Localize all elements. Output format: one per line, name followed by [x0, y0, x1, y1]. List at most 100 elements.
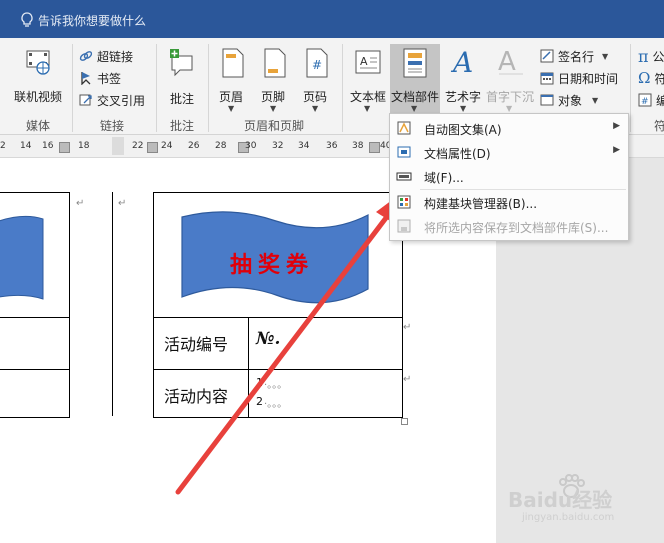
cross-reference-button[interactable]: 交叉引用 [79, 90, 145, 110]
paragraph-mark: ↵ [118, 198, 127, 209]
coupon-table[interactable]: 抽奖券 活动编号 №. 活动内容 1 ·。。。 2 ·。。。 [153, 192, 403, 418]
separator [156, 44, 157, 132]
lightbulb-icon [21, 12, 33, 27]
autotext-icon [397, 121, 411, 135]
chevron-down-icon: ▼ [312, 104, 319, 113]
drop-cap-button[interactable]: A 首字下沉 ▼ [486, 46, 536, 113]
drop-cap-icon: A [498, 47, 523, 77]
page-number-button[interactable]: # 页码 ▼ [300, 46, 334, 113]
activity-number-label: 活动编号 [164, 335, 229, 354]
numbering-label: 编 [656, 93, 664, 108]
bookmark-label: 书签 [97, 71, 122, 86]
table-column-marker[interactable] [147, 142, 158, 153]
menu-item-field[interactable]: 域(F)... [390, 164, 628, 188]
object-icon [540, 94, 554, 106]
equation-button[interactable]: π 公 [638, 46, 664, 66]
cross-reference-icon [79, 94, 92, 106]
watermark: Baidu经验 jingyan.baidu.com [508, 474, 658, 534]
table-column-marker[interactable] [59, 142, 70, 153]
numbering-button[interactable]: # 编 [638, 90, 664, 110]
svg-text:A: A [498, 47, 516, 77]
banner-title: 抽奖券 [230, 252, 315, 278]
ruler-tick: 22 [132, 141, 144, 151]
footer-icon [264, 48, 286, 78]
tell-me-input[interactable]: 告诉我你想要做什么 [38, 12, 146, 29]
comment-button[interactable]: 批注 [162, 46, 202, 106]
menu-item-building-blocks-organizer[interactable]: 构建基块管理器(B)... [390, 190, 628, 214]
menu-item-autotext[interactable]: 自动图文集(A) ▶ [390, 116, 628, 140]
bookmark-button[interactable]: 书签 [79, 68, 121, 88]
content-list-item-2[interactable]: 2 [256, 395, 263, 408]
wordart-button[interactable]: A 艺术字 ▼ [444, 46, 484, 113]
ruler-tick: 32 [272, 141, 284, 151]
film-icon [26, 50, 50, 75]
building-blocks-icon [397, 195, 411, 209]
menu-item-label: 将所选内容保存到文档部件库(S)... [424, 221, 609, 235]
table-row-divider [0, 317, 69, 318]
chevron-down-icon: ▼ [602, 51, 609, 61]
text-box-label: 文本框 [350, 90, 387, 104]
online-video-button[interactable]: 联机视频 [10, 46, 68, 104]
numbering-icon: # [638, 93, 652, 107]
date-time-button[interactable]: 日期和时间 [540, 68, 618, 88]
chevron-down-icon: ▼ [592, 95, 599, 105]
page-number-label: 页码 [303, 90, 328, 104]
chevron-down-icon: ▼ [270, 104, 277, 113]
calendar-icon [540, 72, 554, 85]
chevron-right-icon: ▶ [613, 121, 620, 131]
text-box-button[interactable]: A 文本框 ▼ [348, 46, 388, 113]
cross-reference-label: 交叉引用 [97, 93, 146, 108]
header-footer-group-label: 页眉和页脚 [244, 119, 305, 133]
signature-line-label: 签名行 [558, 49, 595, 64]
chevron-right-icon: ▶ [613, 145, 620, 155]
text-box-icon: A [355, 50, 381, 74]
ruler-tick: 16 [42, 141, 54, 151]
menu-item-document-property[interactable]: 文档属性(D) ▶ [390, 140, 628, 164]
header-button[interactable]: 页眉 ▼ [216, 46, 250, 113]
content-list-item-1[interactable]: 1 [256, 376, 263, 389]
quick-parts-button[interactable]: 文档部件 ▼ [390, 44, 440, 114]
signature-line-button[interactable]: 签名行 ▼ [540, 46, 608, 66]
menu-item-label: 构建基块管理器(B)... [424, 197, 538, 211]
drop-cap-label: 首字下沉 [486, 90, 535, 104]
chevron-down-icon: ▼ [460, 104, 467, 113]
table-resize-handle[interactable] [401, 418, 408, 425]
pi-icon: π [638, 46, 649, 66]
signature-line-icon [540, 49, 554, 63]
wordart-label: 艺术字 [445, 90, 482, 104]
activity-content-label: 活动内容 [164, 387, 229, 406]
field-icon [396, 172, 412, 181]
chevron-down-icon: ▼ [506, 104, 513, 113]
paragraph-mark: ↵ [76, 198, 85, 209]
ruler-tick: 18 [78, 141, 90, 151]
svg-text:A: A [450, 46, 473, 78]
svg-text:A: A [360, 55, 368, 68]
new-comment-icon [170, 49, 193, 77]
menu-item-label: 文档属性(D) [424, 147, 491, 161]
online-video-label: 联机视频 [14, 90, 63, 104]
ruler-tick: 24 [161, 141, 173, 151]
menu-item-save-to-gallery[interactable]: 将所选内容保存到文档部件库(S)... [390, 214, 628, 238]
hyperlink-button[interactable]: 超链接 [79, 46, 133, 66]
equation-label: 公 [652, 49, 664, 64]
ruler-margin-marker[interactable] [112, 137, 124, 155]
footer-label: 页脚 [261, 90, 286, 104]
header-icon [222, 48, 244, 78]
footer-button[interactable]: 页脚 ▼ [258, 46, 292, 113]
chevron-down-icon: ▼ [364, 104, 371, 113]
table-column-marker[interactable] [369, 142, 380, 153]
quick-parts-menu: 自动图文集(A) ▶ 文档属性(D) ▶ 域(F)... 构建基块管理器(B).… [389, 113, 629, 241]
object-button[interactable]: 对象 ▼ [540, 90, 598, 110]
symbol-button[interactable]: Ω 符 [638, 68, 664, 88]
tell-me-bar: 告诉我你想要做什么 [0, 0, 664, 38]
watermark-url: jingyan.baidu.com [522, 512, 615, 523]
ruler-tick: 26 [188, 141, 200, 151]
quick-parts-label: 文档部件 [391, 90, 440, 104]
table-row-divider [154, 317, 402, 318]
table-column-divider [248, 317, 249, 417]
separator [342, 44, 343, 132]
activity-number-value[interactable]: №. [256, 329, 280, 349]
symbols-group-label: 符 [654, 119, 664, 133]
table-row-divider [154, 369, 402, 370]
paragraph-mark: ↵ [403, 322, 412, 333]
